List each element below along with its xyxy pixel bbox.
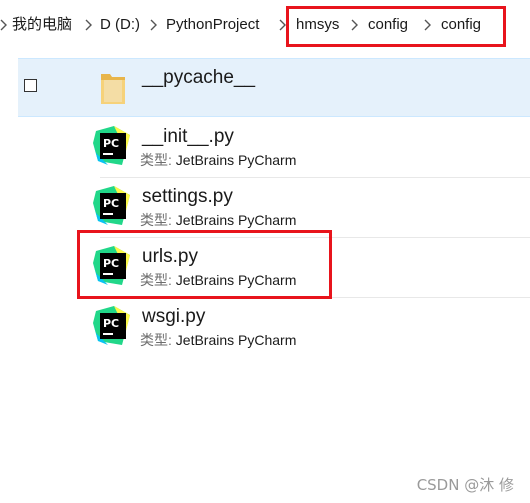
file-type: 类型: JetBrains PyCharm (140, 152, 297, 168)
file-type: 类型: JetBrains PyCharm (140, 212, 297, 228)
file-row-init[interactable]: PC __init__.py 类型: JetBrains PyCharm (18, 118, 530, 177)
chevron-right-icon[interactable] (0, 18, 8, 32)
chevron-right-icon[interactable] (279, 18, 287, 32)
breadcrumb-item-hmsys[interactable]: hmsys (296, 15, 339, 35)
file-row-settings[interactable]: PC settings.py 类型: JetBrains PyCharm (18, 178, 530, 237)
svg-text:PC: PC (103, 197, 119, 210)
file-type: 类型: JetBrains PyCharm (140, 272, 297, 288)
file-row-wsgi[interactable]: PC wsgi.py 类型: JetBrains PyCharm (18, 298, 530, 357)
folder-icon (98, 68, 128, 113)
breadcrumb-item-pythonproject[interactable]: PythonProject (166, 15, 259, 35)
select-checkbox[interactable] (24, 79, 37, 92)
breadcrumb: 我的电脑 D (D:) PythonProject hmsys config c… (0, 0, 530, 50)
file-name[interactable]: settings.py (142, 186, 233, 208)
svg-text:PC: PC (103, 317, 119, 330)
pycharm-icon: PC (92, 305, 132, 352)
file-type: 类型: JetBrains PyCharm (140, 332, 297, 348)
breadcrumb-item-my-computer[interactable]: 我的电脑 (12, 15, 72, 35)
breadcrumb-item-config[interactable]: config (368, 15, 408, 35)
breadcrumb-item-config-current[interactable]: config (441, 15, 481, 35)
chevron-right-icon[interactable] (424, 18, 432, 32)
chevron-right-icon[interactable] (85, 18, 93, 32)
pycharm-icon: PC (92, 245, 132, 292)
file-row-pycache[interactable]: __pycache__ (18, 58, 530, 117)
file-row-urls[interactable]: PC urls.py 类型: JetBrains PyCharm (18, 238, 530, 297)
file-name[interactable]: __init__.py (142, 126, 234, 148)
file-name[interactable]: urls.py (142, 246, 198, 268)
breadcrumb-item-drive-d[interactable]: D (D:) (100, 15, 140, 35)
chevron-right-icon[interactable] (150, 18, 158, 32)
watermark: CSDN @沐 修 (416, 476, 514, 494)
pycharm-icon: PC (92, 125, 132, 172)
chevron-right-icon[interactable] (351, 18, 359, 32)
svg-text:PC: PC (103, 137, 119, 150)
file-name[interactable]: wsgi.py (142, 306, 205, 328)
svg-text:PC: PC (103, 257, 119, 270)
pycharm-icon: PC (92, 185, 132, 232)
file-name[interactable]: __pycache__ (142, 67, 255, 89)
